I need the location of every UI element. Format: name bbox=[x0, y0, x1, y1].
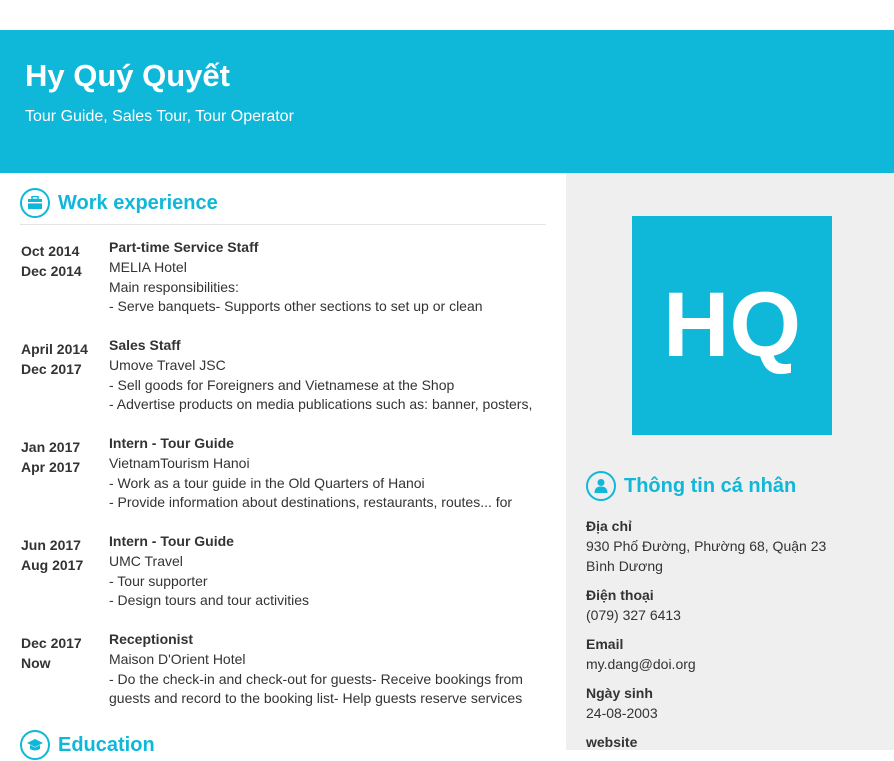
entry-end-date: Dec 2014 bbox=[21, 263, 82, 279]
work-entry: Dec 2017 Now Receptionist Maison D'Orien… bbox=[21, 630, 551, 728]
info-value: 930 Phố Đường, Phường 68, Quận 23 Bình D… bbox=[586, 538, 827, 574]
info-label: Điện thoại bbox=[586, 587, 654, 603]
info-label: Địa chỉ bbox=[586, 518, 632, 534]
entry-body: Sales Staff Umove Travel JSC - Sell good… bbox=[109, 336, 539, 415]
entry-company: Umove Travel JSC bbox=[109, 356, 226, 373]
entry-company: MELIA Hotel bbox=[109, 258, 187, 275]
entry-position: Part-time Service Staff bbox=[109, 239, 259, 255]
info-email: Email my.dang@doi.org bbox=[586, 634, 886, 674]
entry-description-line: Main responsibilities: bbox=[109, 278, 239, 295]
info-label: website bbox=[586, 734, 638, 750]
entry-end-date: Now bbox=[21, 655, 51, 671]
avatar: HQ bbox=[632, 216, 832, 435]
sidebar: HQ Thông tin cá nhân Địa chỉ 930 Phố Đườ… bbox=[566, 173, 894, 750]
entry-start-date: Jun 2017 bbox=[21, 537, 81, 553]
candidate-subtitle: Tour Guide, Sales Tour, Tour Operator bbox=[25, 108, 294, 125]
work-experience-list: Oct 2014 Dec 2014 Part-time Service Staf… bbox=[21, 238, 551, 728]
entry-company: VietnamTourism Hanoi bbox=[109, 454, 250, 471]
entry-position: Intern - Tour Guide bbox=[109, 533, 234, 549]
section-divider bbox=[20, 224, 546, 225]
entry-dates: April 2014 Dec 2017 bbox=[21, 339, 109, 379]
work-entry: Jan 2017 Apr 2017 Intern - Tour Guide Vi… bbox=[21, 434, 551, 532]
entry-description-line: - Work as a tour guide in the Old Quarte… bbox=[109, 474, 425, 491]
header-banner: Hy Quý Quyết Tour Guide, Sales Tour, Tou… bbox=[0, 30, 894, 173]
entry-company: Maison D'Orient Hotel bbox=[109, 650, 246, 667]
education-heading: Education bbox=[20, 730, 155, 760]
work-entry: Jun 2017 Aug 2017 Intern - Tour Guide UM… bbox=[21, 532, 551, 630]
graduation-cap-icon bbox=[20, 730, 50, 760]
work-experience-title: Work experience bbox=[58, 191, 218, 214]
entry-description-line: - Sell goods for Foreigners and Vietname… bbox=[109, 376, 455, 393]
entry-start-date: Jan 2017 bbox=[21, 439, 81, 455]
entry-description-line: - Design tours and tour activities bbox=[109, 592, 309, 609]
entry-description-line: - Do the check-in and check-out for gues… bbox=[109, 670, 523, 687]
entry-start-date: Dec 2017 bbox=[21, 635, 82, 651]
info-label: Ngày sinh bbox=[586, 685, 653, 701]
entry-end-date: Apr 2017 bbox=[21, 459, 81, 475]
entry-position: Intern - Tour Guide bbox=[109, 435, 234, 451]
entry-start-date: April 2014 bbox=[21, 341, 88, 357]
briefcase-icon bbox=[20, 188, 50, 218]
entry-body: Intern - Tour Guide UMC Travel - Tour su… bbox=[109, 532, 539, 611]
info-value: (079) 327 6413 bbox=[586, 607, 681, 623]
info-phone: Điện thoại (079) 327 6413 bbox=[586, 585, 886, 625]
entry-position: Receptionist bbox=[109, 631, 194, 647]
personal-info-heading: Thông tin cá nhân bbox=[586, 471, 796, 501]
work-entry: Oct 2014 Dec 2014 Part-time Service Staf… bbox=[21, 238, 551, 336]
info-birthdate: Ngày sinh 24-08-2003 bbox=[586, 683, 886, 723]
entry-end-date: Aug 2017 bbox=[21, 557, 84, 573]
info-value: 24-08-2003 bbox=[586, 705, 658, 721]
info-address: Địa chỉ 930 Phố Đường, Phường 68, Quận 2… bbox=[586, 516, 886, 576]
entry-dates: Oct 2014 Dec 2014 bbox=[21, 241, 109, 281]
personal-info-title: Thông tin cá nhân bbox=[624, 474, 797, 497]
entry-start-date: Oct 2014 bbox=[21, 243, 80, 259]
work-experience-heading: Work experience bbox=[20, 188, 218, 218]
candidate-name: Hy Quý Quyết bbox=[25, 58, 230, 93]
entry-dates: Jun 2017 Aug 2017 bbox=[21, 535, 109, 575]
info-website: website bbox=[586, 732, 886, 752]
entry-body: Receptionist Maison D'Orient Hotel - Do … bbox=[109, 630, 539, 709]
user-icon bbox=[586, 471, 616, 501]
education-title: Education bbox=[58, 733, 155, 756]
entry-dates: Dec 2017 Now bbox=[21, 633, 109, 673]
entry-company: UMC Travel bbox=[109, 552, 183, 569]
entry-description-line: guests and record to the booking list- H… bbox=[109, 690, 523, 707]
info-value: my.dang@doi.org bbox=[586, 656, 696, 672]
entry-description-line: - Tour supporter bbox=[109, 572, 208, 589]
entry-body: Intern - Tour Guide VietnamTourism Hanoi… bbox=[109, 434, 539, 513]
personal-info-list: Địa chỉ 930 Phố Đường, Phường 68, Quận 2… bbox=[586, 516, 886, 761]
info-label: Email bbox=[586, 636, 624, 652]
entry-body: Part-time Service Staff MELIA Hotel Main… bbox=[109, 238, 539, 317]
entry-description-line: - Advertise products on media publicatio… bbox=[109, 396, 533, 413]
entry-position: Sales Staff bbox=[109, 337, 181, 353]
entry-end-date: Dec 2017 bbox=[21, 361, 82, 377]
entry-description-line: - Serve banquets- Supports other section… bbox=[109, 298, 483, 315]
work-entry: April 2014 Dec 2017 Sales Staff Umove Tr… bbox=[21, 336, 551, 434]
entry-dates: Jan 2017 Apr 2017 bbox=[21, 437, 109, 477]
entry-description-line: - Provide information about destinations… bbox=[109, 494, 513, 511]
